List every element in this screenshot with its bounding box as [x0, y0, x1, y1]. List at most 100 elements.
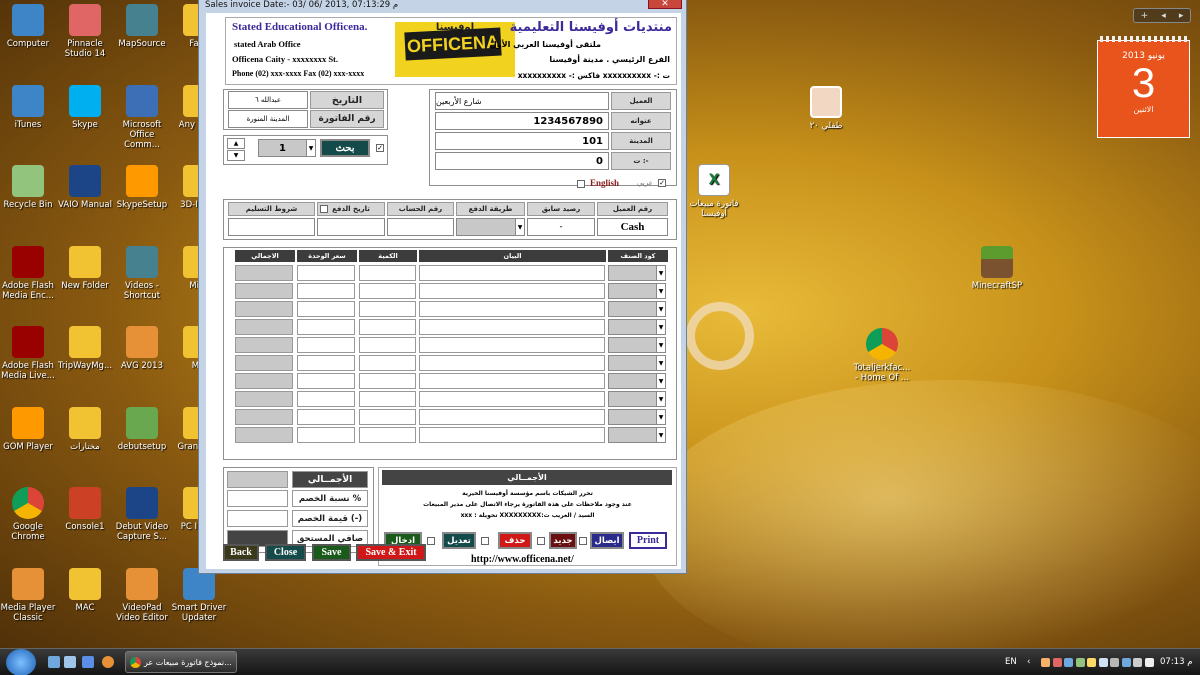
chevron-down-icon[interactable]: ▼ [306, 140, 315, 156]
chevron-down-icon[interactable]: ▼ [656, 392, 665, 406]
show-desktop-icon[interactable] [48, 656, 60, 668]
desktop-icon-chrome[interactable]: Google Chrome [0, 487, 59, 542]
account-number-field[interactable] [387, 218, 454, 236]
desktop-icon-debut[interactable]: Debut Video Capture S... [111, 487, 173, 542]
tray-expand-icon[interactable]: ‹ [1027, 657, 1030, 667]
desktop-icon-recycle-bin[interactable]: Recycle Bin [0, 165, 59, 210]
flag-icon[interactable] [1098, 658, 1108, 667]
item-quantity-field[interactable] [359, 301, 416, 317]
item-price-field[interactable] [297, 265, 355, 281]
desktop-icon-skype-setup[interactable]: SkypeSetup [111, 165, 173, 210]
item-price-field[interactable] [297, 283, 355, 299]
delete-checkbox[interactable] [537, 537, 545, 545]
new-checkbox[interactable] [579, 537, 587, 545]
item-code-select[interactable]: ▼ [608, 319, 666, 335]
discount-percent-field[interactable] [227, 490, 288, 507]
desktop-icon-console[interactable]: Console1 [54, 487, 116, 532]
item-quantity-field[interactable] [359, 391, 416, 407]
customer-number-field[interactable]: Cash [597, 218, 668, 236]
item-description-field[interactable] [419, 337, 605, 353]
desktop-icon-folder[interactable]: مختارات [54, 406, 116, 452]
edit-button[interactable]: تعديل [442, 532, 476, 549]
item-quantity-field[interactable] [359, 427, 416, 443]
edit-checkbox[interactable] [481, 537, 489, 545]
gadget-toolbar[interactable]: + ◂ ▸ [1133, 8, 1191, 23]
item-quantity-field[interactable] [359, 373, 416, 389]
start-button[interactable] [6, 649, 36, 675]
language-indicator[interactable]: EN [1005, 657, 1017, 667]
item-description-field[interactable] [419, 409, 605, 425]
desktop-icon-avg[interactable]: AVG 2013 [111, 326, 173, 371]
desktop-icon-skype[interactable]: Skype [54, 84, 116, 130]
desktop-icon-videopad[interactable]: VideoPad Video Editor [111, 567, 173, 623]
item-price-field[interactable] [297, 373, 355, 389]
add-gadget-icon[interactable]: + [1141, 11, 1149, 21]
customer-name-field[interactable]: شارع الأربعين [435, 92, 609, 110]
item-description-field[interactable] [419, 373, 605, 389]
customer-address-field[interactable]: 1234567890 [435, 112, 609, 130]
item-description-field[interactable] [419, 355, 605, 371]
item-code-select[interactable]: ▼ [608, 283, 666, 299]
invoice-select[interactable]: 1 ▼ [258, 139, 316, 157]
desktop-icon-adobe-flash[interactable]: Adobe Flash Media Live... [0, 326, 59, 381]
item-description-field[interactable] [419, 427, 605, 443]
desktop-icon-installer[interactable]: debutsetup [111, 406, 173, 452]
chevron-down-icon[interactable]: ▼ [656, 284, 665, 298]
desktop-icon-media-player[interactable]: Media Player Classic [0, 567, 59, 623]
item-price-field[interactable] [297, 427, 355, 443]
item-price-field[interactable] [297, 301, 355, 317]
desktop-icon-excel-file[interactable]: X فاتورة مبيعات أوفيسنا [683, 164, 745, 219]
desktop-icon-adobe-flash[interactable]: Adobe Flash Media Enc... [0, 245, 59, 301]
chevron-down-icon[interactable]: ▼ [656, 320, 665, 334]
english-checkbox[interactable] [577, 180, 585, 188]
save-button[interactable]: Save [312, 544, 351, 561]
item-code-select[interactable]: ▼ [608, 337, 666, 353]
payment-date-checkbox[interactable] [320, 205, 328, 213]
chevron-down-icon[interactable]: ▼ [656, 302, 665, 316]
desktop-icon-shortcut[interactable]: Videos - Shortcut [111, 245, 173, 301]
item-description-field[interactable] [419, 301, 605, 317]
update-icon[interactable] [1064, 658, 1073, 667]
shield-icon[interactable] [1075, 658, 1085, 667]
print-button[interactable]: Print [629, 532, 667, 549]
new-button[interactable]: جديد [549, 532, 577, 549]
desktop-icon-minecraft[interactable]: MinecraftSP [966, 246, 1028, 291]
desktop-icon-folder[interactable]: New Folder [54, 245, 116, 291]
clock[interactable]: 07:13 م [1160, 657, 1192, 667]
desktop-icon-folder[interactable]: TripWayMg... [54, 326, 116, 371]
battery-icon[interactable] [1133, 658, 1142, 667]
item-description-field[interactable] [419, 265, 605, 281]
item-code-select[interactable]: ▼ [608, 427, 666, 443]
delivery-terms-field[interactable] [228, 218, 315, 236]
desktop-icon-driver[interactable]: Smart Driver Updater [168, 567, 230, 623]
item-code-select[interactable]: ▼ [608, 373, 666, 389]
chevron-down-icon[interactable]: ▼ [656, 374, 665, 388]
payment-date-field[interactable] [317, 218, 385, 236]
display-icon[interactable] [1110, 658, 1119, 667]
item-quantity-field[interactable] [359, 355, 416, 371]
item-description-field[interactable] [419, 319, 605, 335]
insert-checkbox[interactable] [427, 537, 435, 545]
customer-phone-field[interactable]: 0 [435, 152, 609, 170]
payment-method-select[interactable]: ▼ [456, 218, 525, 236]
search-button[interactable]: بحث [320, 139, 370, 157]
item-price-field[interactable] [297, 355, 355, 371]
item-quantity-field[interactable] [359, 265, 416, 281]
customer-city-field[interactable]: 101 [435, 132, 609, 150]
wifi-icon[interactable] [1121, 658, 1131, 667]
invoice-number-value[interactable]: المدينة المنورة [228, 110, 308, 128]
item-code-select[interactable]: ▼ [608, 265, 666, 281]
desktop-icon-baby-photo[interactable]: طفلي ٢٠ [795, 86, 857, 131]
close-button[interactable]: Close [265, 544, 306, 561]
item-price-field[interactable] [297, 319, 355, 335]
arrow-icon[interactable] [102, 656, 114, 668]
desktop-icon-mapsource[interactable]: MapSource [111, 4, 173, 49]
chevron-down-icon[interactable]: ▼ [656, 338, 665, 352]
chevron-down-icon[interactable]: ▼ [656, 428, 665, 442]
item-price-field[interactable] [297, 337, 355, 353]
search-checkbox[interactable]: ✓ [376, 144, 384, 152]
item-price-field[interactable] [297, 409, 355, 425]
item-code-select[interactable]: ▼ [608, 409, 666, 425]
previous-balance-field[interactable]: - [527, 218, 595, 236]
chevron-down-icon[interactable]: ▼ [656, 410, 665, 424]
